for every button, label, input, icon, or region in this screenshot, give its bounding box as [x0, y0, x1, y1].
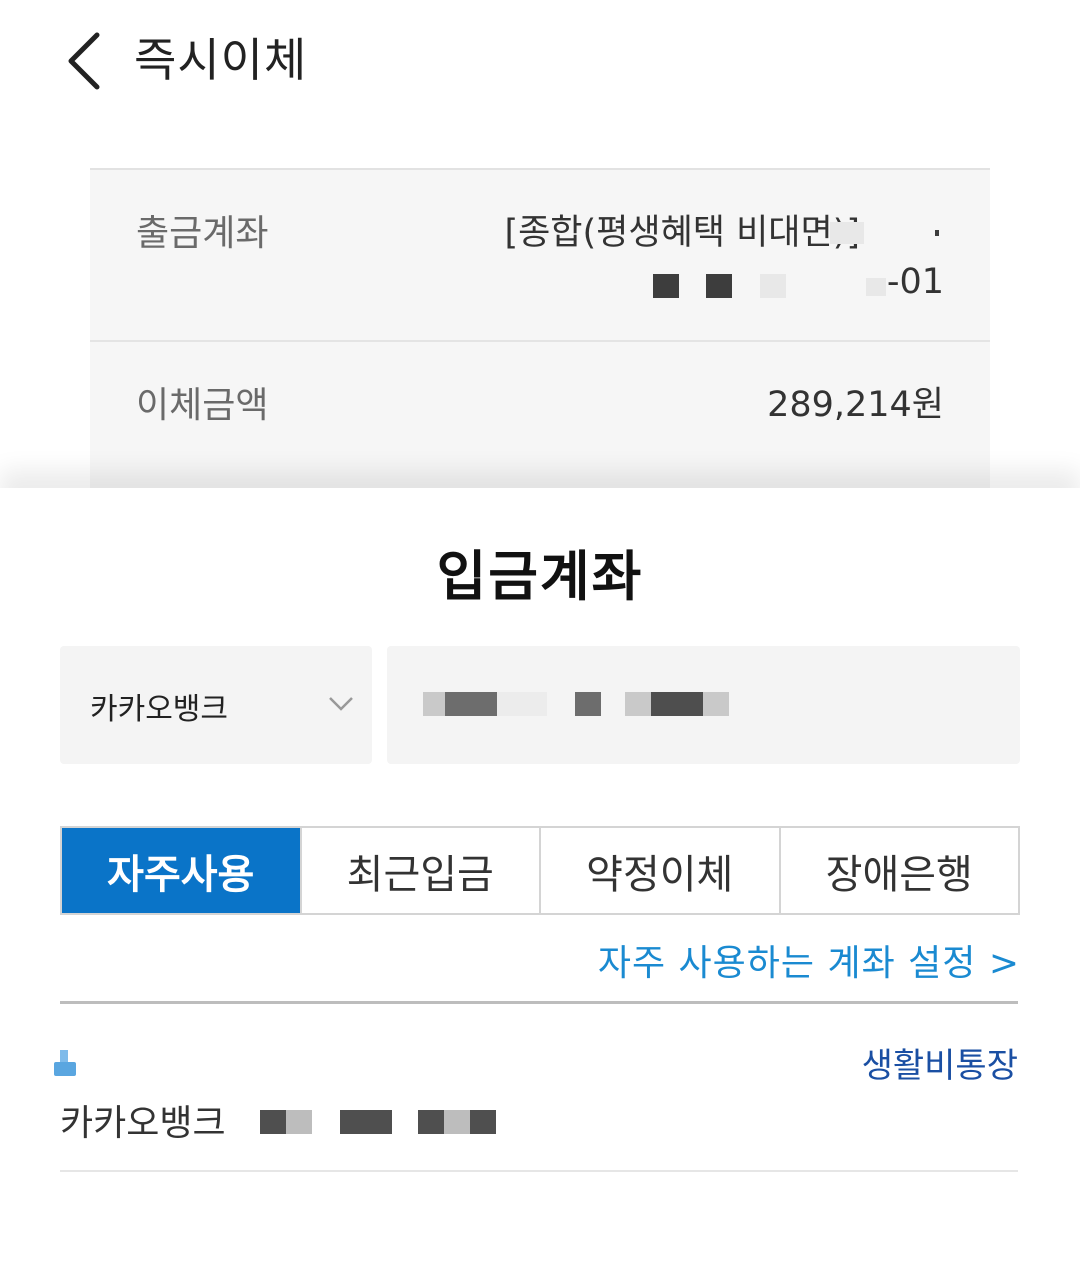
chevron-down-icon [329, 697, 353, 711]
account-bank: 카카오뱅크 [60, 1103, 226, 1144]
tab-scheduled[interactable]: 약정이체 [541, 828, 781, 913]
frequent-account-settings-link[interactable]: 자주 사용하는 계좌 설정 > [598, 934, 1020, 986]
page: 즉시이체 출금계좌 [종합(평생혜택 비대면)] -01 이체금액 289,21… [0, 0, 1080, 1288]
amount-label: 이체금액 [136, 385, 269, 426]
masked-text [935, 230, 939, 236]
masked-account-number [423, 692, 445, 716]
from-account-label: 출금계좌 [136, 213, 269, 254]
back-button[interactable] [52, 26, 118, 96]
transfer-summary: 출금계좌 [종합(평생혜택 비대면)] -01 이체금액 289,214원 [90, 168, 990, 498]
tab-recent[interactable]: 최근입금 [302, 828, 541, 913]
account-tabs: 자주사용 최근입금 약정이체 장애은행 [60, 826, 1020, 915]
sheet-title: 입금계좌 [436, 545, 644, 608]
from-account-name: [종합(평생혜택 비대면)] [504, 213, 860, 253]
account-number-input[interactable] [387, 646, 1020, 764]
page-title: 즉시이체 [134, 33, 308, 87]
divider [60, 1170, 1018, 1172]
account-nickname: 생활비통장 [861, 1046, 1018, 1086]
bank-select[interactable]: 카카오뱅크 [60, 646, 372, 764]
tab-frequent[interactable]: 자주사용 [62, 828, 302, 913]
divider [90, 340, 990, 342]
header: 즉시이체 [0, 0, 1080, 120]
chevron-left-icon [68, 32, 100, 90]
masked-account-number [260, 1110, 286, 1134]
masked-text [830, 222, 864, 244]
list-item[interactable]: 생활비통장 카카오뱅크 [54, 1004, 1018, 1172]
from-account-suffix: -01 [886, 262, 944, 302]
bank-select-value: 카카오뱅크 [90, 692, 228, 727]
masked-account-number [653, 274, 679, 298]
amount-value: 289,214원 [767, 385, 944, 425]
account-icon [54, 1050, 76, 1076]
deposit-account-sheet: 입금계좌 카카오뱅크 자주사용 최근입금 약정이체 장애은행 자주 사용하는 계… [0, 488, 1080, 1288]
tab-outage-bank[interactable]: 장애은행 [781, 828, 1019, 913]
